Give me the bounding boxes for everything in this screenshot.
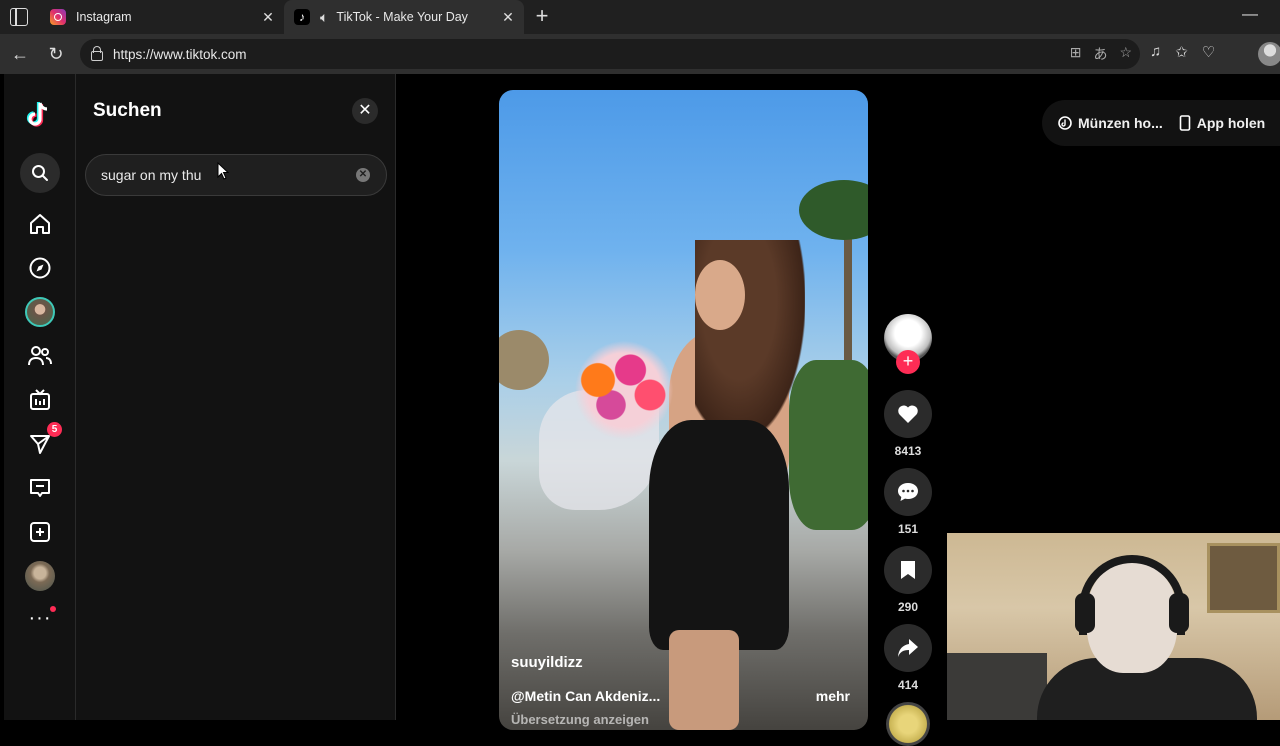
address-bar[interactable]: https://www.tiktok.com ⊞ あ ☆ bbox=[80, 39, 1140, 69]
follow-plus-icon[interactable]: + bbox=[896, 350, 920, 374]
browser-profile-avatar[interactable] bbox=[1258, 42, 1280, 66]
music-disc-icon[interactable] bbox=[886, 702, 930, 746]
tiktok-favicon-icon: ♪ bbox=[294, 9, 310, 25]
tiktok-logo-icon[interactable] bbox=[26, 100, 54, 130]
url-text: https://www.tiktok.com bbox=[113, 46, 247, 62]
search-panel-title: Suchen bbox=[93, 100, 162, 121]
comment-button[interactable] bbox=[884, 468, 932, 516]
more-caption-button[interactable]: mehr bbox=[816, 688, 850, 704]
more-icon[interactable]: ··· bbox=[22, 600, 58, 636]
home-icon[interactable] bbox=[22, 206, 58, 242]
address-toolbar: ← ↻ https://www.tiktok.com ⊞ あ ☆ ♫ ✩ ♡ bbox=[0, 34, 1280, 74]
headset-ear-left bbox=[1075, 593, 1095, 633]
get-app-button[interactable]: App holen bbox=[1163, 115, 1265, 131]
tab-title: Instagram bbox=[76, 10, 132, 24]
top-right-actions: Münzen ho... App holen bbox=[1042, 100, 1280, 146]
explore-compass-icon[interactable] bbox=[22, 250, 58, 286]
video-caption: @Metin Can Akdeniz... bbox=[511, 688, 661, 704]
parasol bbox=[499, 330, 549, 390]
video-player[interactable]: suuyildizz @Metin Can Akdeniz... mehr Üb… bbox=[499, 90, 868, 730]
video-author[interactable]: suuyildizz bbox=[511, 654, 583, 671]
friends-icon[interactable] bbox=[22, 338, 58, 374]
close-search-icon[interactable]: ✕ bbox=[352, 98, 378, 124]
clear-search-icon[interactable]: ✕ bbox=[356, 168, 370, 182]
coin-icon bbox=[1058, 116, 1072, 130]
comment-count: 151 bbox=[897, 522, 919, 536]
phone-icon bbox=[1179, 115, 1191, 131]
share-arrow-icon bbox=[898, 639, 918, 657]
back-icon[interactable]: ← bbox=[9, 43, 31, 65]
palm-leaves bbox=[799, 180, 868, 240]
bookmark-count: 290 bbox=[897, 600, 919, 614]
flower-bouquet bbox=[559, 340, 689, 440]
share-count: 414 bbox=[897, 678, 919, 692]
inbox-icon[interactable] bbox=[22, 470, 58, 506]
mouse-pointer-icon bbox=[217, 162, 229, 180]
live-tv-icon[interactable] bbox=[22, 382, 58, 418]
media-control-icon[interactable]: ♫ bbox=[1150, 43, 1161, 61]
favorite-star-icon[interactable]: ☆ bbox=[1119, 44, 1132, 64]
get-coins-label: Münzen ho... bbox=[1078, 115, 1163, 131]
black-dress bbox=[649, 420, 789, 650]
wall-picture bbox=[1207, 543, 1280, 613]
get-app-label: App holen bbox=[1196, 115, 1266, 131]
new-tab-icon[interactable]: + bbox=[530, 4, 554, 28]
like-button[interactable] bbox=[884, 390, 932, 438]
comment-icon bbox=[898, 483, 918, 501]
share-button[interactable] bbox=[884, 624, 932, 672]
browser-tab-bar: Instagram ✕ ♪ 🔈︎ TikTok - Make Your Day … bbox=[0, 0, 1280, 34]
messages-icon[interactable]: 5 bbox=[22, 422, 62, 462]
tab-title: TikTok - Make Your Day bbox=[336, 10, 468, 24]
audio-playing-icon[interactable]: 🔈︎ bbox=[320, 9, 328, 26]
couch bbox=[947, 653, 1047, 720]
lock-icon bbox=[91, 46, 103, 61]
url-actions: ⊞ あ ☆ bbox=[1070, 44, 1132, 64]
upload-icon[interactable] bbox=[22, 514, 58, 550]
tab-tiktok[interactable]: ♪ 🔈︎ TikTok - Make Your Day ✕ bbox=[284, 0, 524, 34]
bookmark-button[interactable] bbox=[884, 546, 932, 594]
minimize-window-icon[interactable]: — bbox=[1242, 6, 1258, 24]
tiktok-app: 5 ··· Suchen ✕ ✕ Münzen ho... bbox=[0, 74, 1280, 746]
notification-dot bbox=[50, 606, 56, 612]
bookmark-icon bbox=[901, 561, 915, 579]
app-available-icon[interactable]: ⊞ bbox=[1070, 44, 1082, 64]
legs bbox=[669, 630, 739, 730]
get-coins-button[interactable]: Münzen ho... bbox=[1042, 115, 1163, 131]
following-avatar[interactable] bbox=[22, 294, 58, 330]
favorites-icon[interactable]: ✩ bbox=[1175, 43, 1188, 61]
reload-icon[interactable]: ↻ bbox=[45, 43, 67, 65]
translate-icon[interactable]: あ bbox=[1093, 44, 1107, 64]
heart-icon bbox=[898, 405, 918, 423]
like-count: 8413 bbox=[894, 444, 922, 458]
browser-tools: ♫ ✩ ♡ bbox=[1150, 43, 1215, 61]
browser-essentials-icon[interactable]: ♡ bbox=[1202, 43, 1215, 61]
left-navigation: 5 ··· bbox=[4, 74, 76, 720]
profile-avatar[interactable] bbox=[22, 558, 58, 594]
tab-actions-icon[interactable] bbox=[10, 8, 28, 26]
woman-face bbox=[695, 260, 745, 330]
headset-ear-right bbox=[1169, 593, 1189, 633]
instagram-favicon-icon bbox=[50, 9, 66, 25]
tab-instagram[interactable]: Instagram ✕ bbox=[40, 0, 284, 34]
message-count-badge: 5 bbox=[47, 422, 62, 437]
search-nav-icon[interactable] bbox=[20, 153, 60, 193]
close-tab-icon[interactable]: ✕ bbox=[498, 9, 518, 26]
search-panel: Suchen ✕ ✕ bbox=[76, 74, 396, 720]
webcam-overlay bbox=[947, 533, 1280, 720]
search-field[interactable]: ✕ bbox=[85, 154, 387, 196]
close-tab-icon[interactable]: ✕ bbox=[258, 9, 278, 26]
